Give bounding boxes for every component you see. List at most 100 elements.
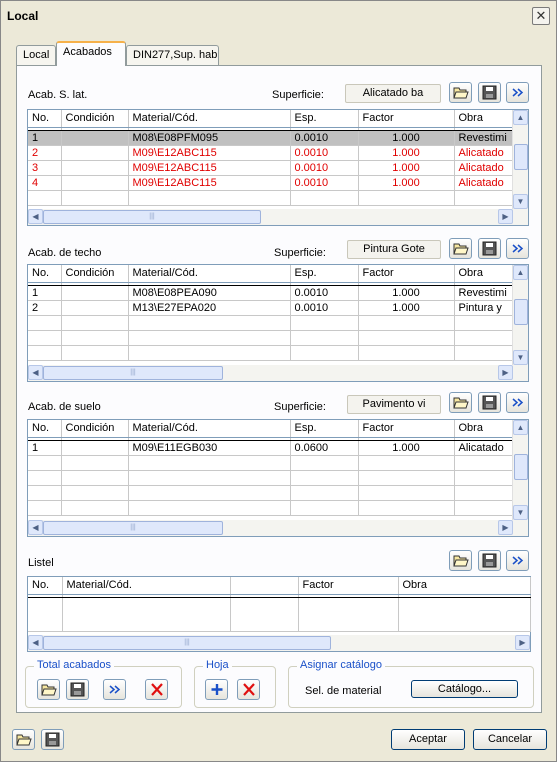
scroll-thumb[interactable]: ||| xyxy=(43,366,223,380)
table-row[interactable]: 1 M08\E08PFM095 0.0010 1.000 Revestimi xyxy=(28,130,514,146)
scroll-up-button[interactable]: ▲ xyxy=(513,110,528,125)
expand-button[interactable] xyxy=(506,550,529,571)
scroll-down-button[interactable]: ▼ xyxy=(513,505,528,520)
scroll-down-button[interactable]: ▼ xyxy=(513,194,528,209)
scroll-left-button[interactable]: ◀ xyxy=(28,209,43,224)
scroll-thumb[interactable]: ||| xyxy=(43,521,223,535)
scroll-left-button[interactable]: ◀ xyxy=(28,365,43,380)
col-no[interactable]: No. xyxy=(28,265,62,283)
table-row[interactable] xyxy=(28,330,514,346)
save-button[interactable] xyxy=(478,238,501,259)
table-row[interactable] xyxy=(28,597,531,632)
table-row[interactable] xyxy=(28,345,514,361)
col-factor[interactable]: Factor xyxy=(358,110,455,128)
col-esp[interactable]: Esp. xyxy=(290,265,359,283)
col-no[interactable]: No. xyxy=(28,577,63,595)
col-factor[interactable]: Factor xyxy=(358,265,455,283)
scroll-left-button[interactable]: ◀ xyxy=(28,635,43,650)
col-factor[interactable]: Factor xyxy=(358,420,455,438)
expand-button[interactable] xyxy=(103,679,126,700)
col-obra[interactable]: Obra xyxy=(398,577,531,595)
horizontal-scrollbar[interactable]: ◀ ||| ▶ xyxy=(28,520,528,536)
table-row[interactable]: 1 M08\E08PEA090 0.0010 1.000 Revestimi xyxy=(28,285,514,301)
col-material[interactable]: Material/Cód. xyxy=(128,420,291,438)
table-row[interactable]: 2 M13\E27EPA020 0.0010 1.000 Pintura y xyxy=(28,300,514,316)
delete-button[interactable] xyxy=(145,679,168,700)
col-obra[interactable]: Obra xyxy=(454,265,514,283)
table-row[interactable] xyxy=(28,455,514,471)
accept-button[interactable]: Aceptar xyxy=(391,729,465,750)
table-row[interactable] xyxy=(28,485,514,501)
superficie-field[interactable]: Pavimento vi xyxy=(347,395,441,414)
cancel-button[interactable]: Cancelar xyxy=(473,729,547,750)
col-obra[interactable]: Obra xyxy=(454,110,514,128)
horizontal-scrollbar[interactable]: ◀ ||| ▶ xyxy=(28,365,528,381)
save-button[interactable] xyxy=(478,550,501,571)
col-factor[interactable]: Factor xyxy=(298,577,399,595)
table-row[interactable]: 3 M09\E12ABC115 0.0010 1.000 Alicatado xyxy=(28,160,514,176)
col-condicion[interactable]: Condición xyxy=(61,265,129,283)
col-condicion[interactable]: Condición xyxy=(61,420,129,438)
table-row[interactable] xyxy=(28,190,514,206)
open-button[interactable] xyxy=(449,238,472,259)
vertical-scrollbar[interactable]: ▲ ▼ xyxy=(512,265,528,365)
vertical-scrollbar[interactable]: ▲ ▼ xyxy=(512,420,528,520)
open-button[interactable] xyxy=(37,679,60,700)
scroll-right-button[interactable]: ▶ xyxy=(498,520,513,535)
scroll-thumb[interactable] xyxy=(514,299,528,325)
col-esp[interactable]: Esp. xyxy=(290,110,359,128)
scroll-right-button[interactable]: ▶ xyxy=(498,365,513,380)
scroll-thumb[interactable] xyxy=(514,144,528,170)
open-button[interactable] xyxy=(449,550,472,571)
double-chevron-right-icon xyxy=(109,685,121,694)
table-row[interactable]: 4 M09\E12ABC115 0.0010 1.000 Alicatado xyxy=(28,175,514,191)
scroll-down-button[interactable]: ▼ xyxy=(513,350,528,365)
scroll-up-button[interactable]: ▲ xyxy=(513,265,528,280)
tab-acabados[interactable]: Acabados xyxy=(56,41,126,66)
scroll-thumb[interactable]: ||| xyxy=(43,210,261,224)
col-no[interactable]: No. xyxy=(28,420,62,438)
save-button[interactable] xyxy=(66,679,89,700)
col-blank[interactable] xyxy=(230,577,299,595)
col-condicion[interactable]: Condición xyxy=(61,110,129,128)
save-button[interactable] xyxy=(478,82,501,103)
scroll-right-button[interactable]: ▶ xyxy=(515,635,530,650)
expand-button[interactable] xyxy=(506,238,529,259)
cell-factor: 1.000 xyxy=(358,145,455,161)
table-row[interactable] xyxy=(28,500,514,516)
catalogo-button[interactable]: Catálogo... xyxy=(411,680,518,698)
save-button[interactable] xyxy=(478,392,501,413)
save-button[interactable] xyxy=(41,729,64,750)
col-no[interactable]: No. xyxy=(28,110,62,128)
tab-din277[interactable]: DIN277,Sup. hab xyxy=(126,45,219,65)
open-button[interactable] xyxy=(12,729,35,750)
scroll-thumb[interactable] xyxy=(514,454,528,480)
superficie-field[interactable]: Alicatado ba xyxy=(345,84,441,103)
table-row[interactable] xyxy=(28,470,514,486)
open-button[interactable] xyxy=(449,82,472,103)
close-button[interactable]: ✕ xyxy=(532,7,550,25)
col-material[interactable]: Material/Cód. xyxy=(62,577,231,595)
delete-button[interactable] xyxy=(237,679,260,700)
expand-button[interactable] xyxy=(506,392,529,413)
add-button[interactable] xyxy=(205,679,228,700)
scroll-left-button[interactable]: ◀ xyxy=(28,520,43,535)
table-row[interactable]: 2 M09\E12ABC115 0.0010 1.000 Alicatado xyxy=(28,145,514,161)
table-row[interactable] xyxy=(28,315,514,331)
table-row[interactable]: 1 M09\E11EGB030 0.0600 1.000 Alicatado xyxy=(28,440,514,456)
tab-local[interactable]: Local xyxy=(16,45,56,65)
col-material[interactable]: Material/Cód. xyxy=(128,265,291,283)
close-icon: ✕ xyxy=(535,8,547,23)
col-obra[interactable]: Obra xyxy=(454,420,514,438)
scroll-up-button[interactable]: ▲ xyxy=(513,420,528,435)
col-material[interactable]: Material/Cód. xyxy=(128,110,291,128)
horizontal-scrollbar[interactable]: ◀ ||| ▶ xyxy=(28,209,528,225)
col-esp[interactable]: Esp. xyxy=(290,420,359,438)
vertical-scrollbar[interactable]: ▲ ▼ xyxy=(512,110,528,209)
scroll-right-button[interactable]: ▶ xyxy=(498,209,513,224)
superficie-field[interactable]: Pintura Gote xyxy=(347,240,441,259)
open-button[interactable] xyxy=(449,392,472,413)
horizontal-scrollbar[interactable]: ◀ ||| ▶ xyxy=(28,635,530,651)
scroll-thumb[interactable]: ||| xyxy=(43,636,331,650)
expand-button[interactable] xyxy=(506,82,529,103)
